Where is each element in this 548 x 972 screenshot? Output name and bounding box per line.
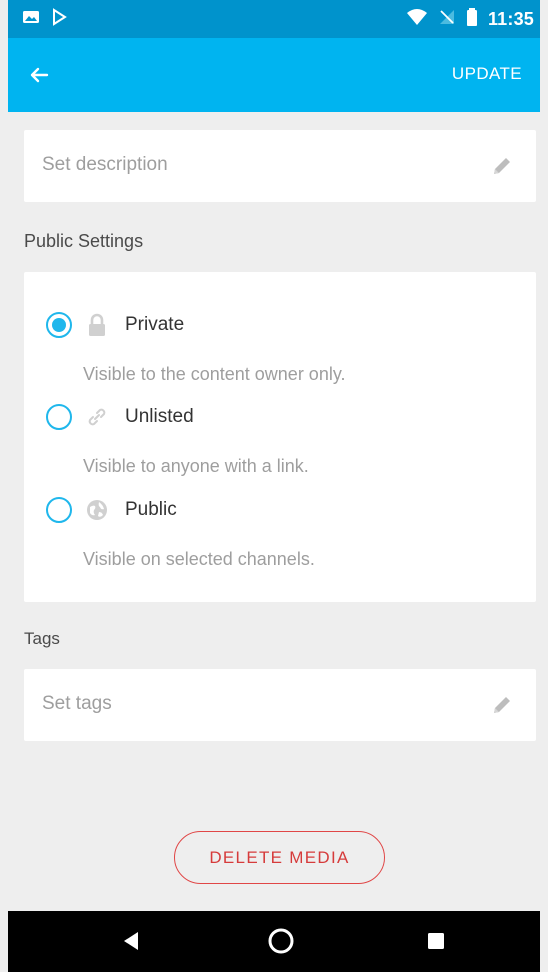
no-signal-icon: [438, 8, 456, 31]
image-icon: [22, 9, 40, 30]
navigation-bar: [8, 911, 540, 972]
unlisted-description: Visible to anyone with a link.: [83, 456, 309, 476]
back-arrow-icon: [30, 67, 49, 83]
public-radio[interactable]: [46, 497, 72, 523]
nav-recents-button[interactable]: [422, 927, 450, 955]
play-store-icon: [50, 7, 68, 31]
nav-home-icon: [268, 928, 294, 954]
public-settings-title: Public Settings: [24, 231, 144, 251]
status-bar: 11:35: [8, 0, 540, 38]
top-app-bar: UPDATE: [8, 38, 540, 112]
visibility-option-unlisted[interactable]: Unlisted: [46, 404, 194, 430]
tags-title: Tags: [24, 629, 60, 648]
visibility-option-private[interactable]: Private: [46, 312, 184, 338]
unlisted-label: Unlisted: [125, 406, 194, 427]
nav-back-button[interactable]: [117, 927, 145, 955]
private-radio[interactable]: [46, 312, 72, 338]
globe-icon: [84, 497, 110, 523]
status-time: 11:35: [487, 8, 534, 29]
status-left-icons: [22, 7, 68, 31]
update-button[interactable]: UPDATE: [452, 64, 522, 84]
wifi-icon: [406, 8, 428, 31]
selected-radio-dot: [52, 318, 66, 332]
nav-recents-icon: [428, 933, 444, 949]
tags-placeholder: Set tags: [42, 693, 112, 714]
public-label: Public: [125, 499, 177, 520]
status-right-icons: 11:35: [406, 7, 534, 32]
nav-home-button[interactable]: [267, 927, 295, 955]
private-label: Private: [125, 314, 185, 335]
description-placeholder: Set description: [42, 154, 168, 175]
public-settings-card: Private Visible to the content owner onl…: [24, 272, 536, 602]
unlisted-radio[interactable]: [46, 404, 72, 430]
pencil-icon[interactable]: [490, 154, 514, 178]
pencil-icon[interactable]: [490, 693, 514, 717]
description-card[interactable]: Set description: [24, 130, 536, 202]
link-icon: [84, 404, 110, 430]
private-description: Visible to the content owner only.: [83, 364, 346, 384]
nav-back-icon: [124, 932, 138, 950]
tags-card[interactable]: Set tags: [24, 669, 536, 741]
visibility-option-public[interactable]: Public: [46, 497, 177, 523]
delete-media-button[interactable]: DELETE MEDIA: [174, 831, 385, 884]
lock-icon: [84, 312, 110, 338]
public-description: Visible on selected channels.: [83, 549, 315, 569]
back-button[interactable]: [20, 56, 58, 94]
battery-icon: [466, 7, 478, 32]
